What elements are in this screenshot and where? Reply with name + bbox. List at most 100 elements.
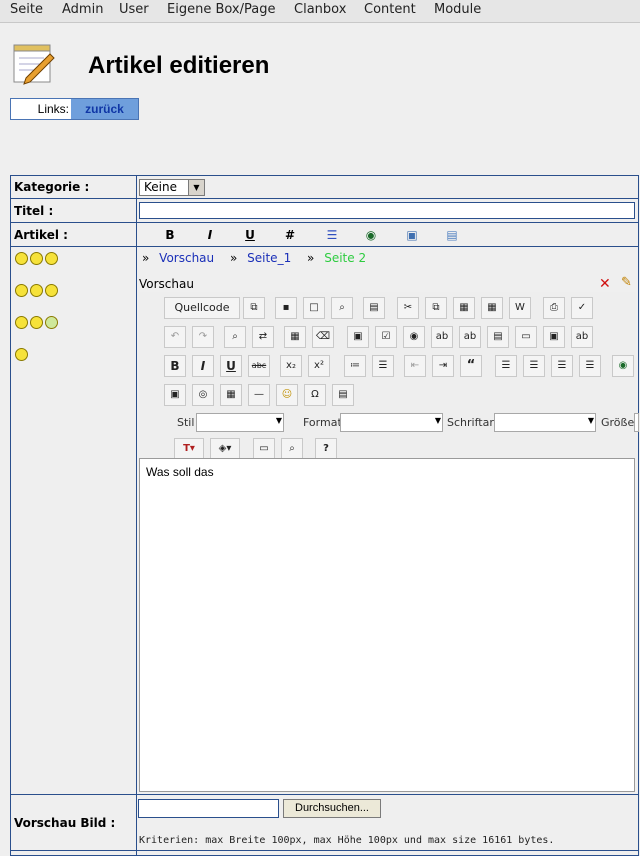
format-select[interactable]: ▼	[340, 413, 443, 432]
background-color-icon[interactable]: ◈▾	[210, 438, 240, 460]
tab-prefix: »	[307, 251, 315, 265]
titel-input[interactable]	[139, 202, 635, 219]
underline-icon[interactable]: U	[220, 355, 242, 377]
size-select[interactable]	[634, 413, 639, 432]
editor-content-area[interactable]: Was soll das	[139, 458, 635, 792]
textfield-icon[interactable]: ab	[431, 326, 453, 348]
special-char-icon[interactable]: Ω	[304, 384, 326, 406]
italic-button[interactable]: I	[200, 226, 220, 244]
browse-button[interactable]: Durchsuchen...	[283, 799, 381, 818]
smiley-icon[interactable]	[15, 316, 28, 329]
spellcheck-icon[interactable]: ✓	[571, 297, 593, 319]
paste-icon[interactable]: ▦	[453, 297, 475, 319]
redo-icon[interactable]: ↷	[192, 326, 214, 348]
maximize-icon[interactable]: ▭	[253, 438, 275, 460]
tab-vorschau[interactable]: » Vorschau	[142, 251, 220, 265]
underline-button[interactable]: U	[240, 226, 260, 244]
smiley-icon[interactable]	[30, 316, 43, 329]
radio-icon[interactable]: ◉	[403, 326, 425, 348]
menu-item-seite[interactable]: Seite	[10, 2, 43, 17]
page-icon[interactable]: ▤	[442, 226, 462, 244]
select-all-icon[interactable]: ▦	[284, 326, 306, 348]
bullet-list-icon[interactable]: ☰	[372, 355, 394, 377]
smiley-icon[interactable]	[30, 252, 43, 265]
print-icon[interactable]: ⎙	[543, 297, 565, 319]
menu-item-eigene-box[interactable]: Eigene Box/Page	[167, 2, 275, 17]
menu-item-module[interactable]: Module	[434, 2, 481, 17]
hidden-field-icon[interactable]: ab	[571, 326, 593, 348]
kategorie-value: Keine	[144, 180, 177, 194]
link-icon[interactable]: ◉	[612, 355, 634, 377]
find-icon[interactable]: ⌕	[224, 326, 246, 348]
justify-icon[interactable]: ☰	[579, 355, 601, 377]
select-field-icon[interactable]: ▤	[487, 326, 509, 348]
tab-seite-2[interactable]: » Seite 2	[307, 251, 372, 265]
blockquote-icon[interactable]: “	[460, 355, 482, 377]
hash-button[interactable]: #	[280, 226, 300, 244]
bold-icon[interactable]: B	[164, 355, 186, 377]
flash-icon[interactable]: ◎	[192, 384, 214, 406]
menu-item-content[interactable]: Content	[364, 2, 416, 17]
list-icon[interactable]: ☰	[322, 226, 342, 244]
horizontal-rule-icon[interactable]: —	[248, 384, 270, 406]
cut-icon[interactable]: ✂	[397, 297, 419, 319]
smiley-icon[interactable]	[15, 252, 28, 265]
strikethrough-icon[interactable]: abc	[248, 355, 270, 377]
textarea-icon[interactable]: ab	[459, 326, 481, 348]
font-select[interactable]: ▼	[494, 413, 596, 432]
source-button[interactable]: Quellcode	[164, 297, 240, 319]
save-icon[interactable]: ▪	[275, 297, 297, 319]
chevron-down-icon[interactable]: ▼	[188, 180, 204, 195]
smiley-icon[interactable]	[15, 284, 28, 297]
copy-icon[interactable]: ⧉	[425, 297, 447, 319]
smiley-icon[interactable]	[15, 348, 28, 361]
templates-icon[interactable]: ▤	[363, 297, 385, 319]
align-right-icon[interactable]: ☰	[551, 355, 573, 377]
form-icon[interactable]: ▣	[347, 326, 369, 348]
paste-text-icon[interactable]: ▦	[481, 297, 503, 319]
edit-pencil-icon[interactable]: ✎	[621, 275, 632, 290]
outdent-icon[interactable]: ⇤	[404, 355, 426, 377]
menu-item-clanbox[interactable]: Clanbox	[294, 2, 346, 17]
editor-content-text[interactable]: Was soll das	[146, 465, 214, 479]
copy-disabled-icon[interactable]: ⧉	[243, 297, 265, 319]
paste-word-icon[interactable]: W	[509, 297, 531, 319]
smiley-icon[interactable]	[45, 252, 58, 265]
menu-item-admin[interactable]: Admin	[62, 2, 103, 17]
help-icon[interactable]: ?	[315, 438, 337, 460]
smiley-insert-icon[interactable]: ☺	[276, 384, 298, 406]
indent-icon[interactable]: ⇥	[432, 355, 454, 377]
subscript-icon[interactable]: x₂	[280, 355, 302, 377]
superscript-icon[interactable]: x²	[308, 355, 330, 377]
new-page-icon[interactable]: □	[303, 297, 325, 319]
menu-item-user[interactable]: User	[119, 2, 149, 17]
replace-icon[interactable]: ⇄	[252, 326, 274, 348]
numbered-list-icon[interactable]: ≔	[344, 355, 366, 377]
align-center-icon[interactable]: ☰	[523, 355, 545, 377]
italic-icon[interactable]: I	[192, 355, 214, 377]
align-left-icon[interactable]: ☰	[495, 355, 517, 377]
smiley-icon[interactable]	[45, 284, 58, 297]
image-icon[interactable]: ▣	[402, 226, 422, 244]
preview-icon[interactable]: ⌕	[331, 297, 353, 319]
close-icon[interactable]: ✕	[599, 276, 611, 292]
checkbox-icon[interactable]: ☑	[375, 326, 397, 348]
smiley-icon[interactable]	[45, 316, 58, 329]
kategorie-select[interactable]: Keine ▼	[139, 179, 205, 196]
text-color-icon[interactable]: T▾	[174, 438, 204, 460]
page-break-icon[interactable]: ▤	[332, 384, 354, 406]
table-icon[interactable]: ▦	[220, 384, 242, 406]
button-field-icon[interactable]: ▭	[515, 326, 537, 348]
eraser-icon[interactable]: ⌫	[312, 326, 334, 348]
style-select[interactable]: ▼	[196, 413, 284, 432]
globe-icon[interactable]: ◉	[361, 226, 381, 244]
image-button-icon[interactable]: ▣	[543, 326, 565, 348]
back-link[interactable]: zurück	[71, 99, 138, 119]
undo-icon[interactable]: ↶	[164, 326, 186, 348]
insert-image-icon[interactable]: ▣	[164, 384, 186, 406]
show-blocks-icon[interactable]: ⌕	[281, 438, 303, 460]
bold-button[interactable]: B	[160, 226, 180, 244]
smiley-icon[interactable]	[30, 284, 43, 297]
image-file-input[interactable]	[138, 799, 279, 818]
tab-seite-1[interactable]: » Seite_1	[230, 251, 297, 265]
